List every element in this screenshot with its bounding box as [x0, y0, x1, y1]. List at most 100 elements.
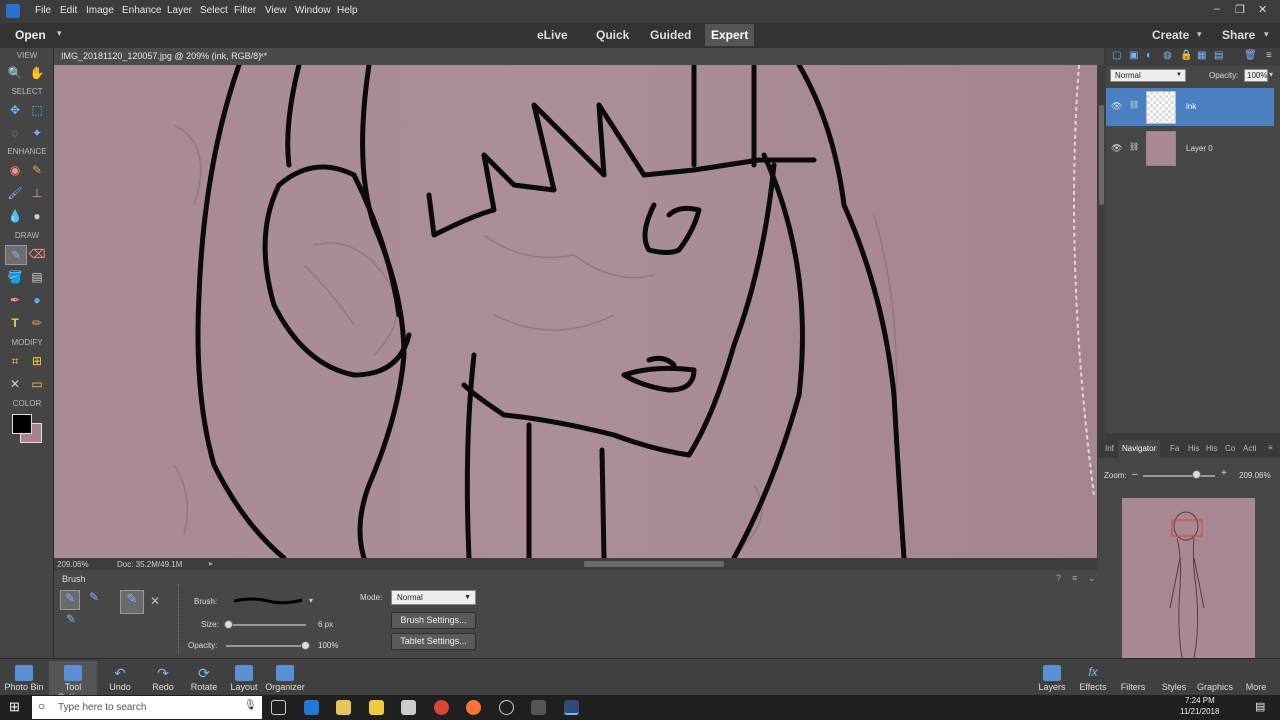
- tab-history[interactable]: His: [1206, 444, 1218, 453]
- paint-bucket-icon[interactable]: 🪣: [6, 268, 24, 286]
- app-icon[interactable]: [499, 700, 514, 715]
- minimize-icon[interactable]: –: [1214, 3, 1220, 15]
- brush-settings-button[interactable]: Brush Settings...: [391, 612, 476, 629]
- vertical-scroll-thumb[interactable]: [1099, 105, 1104, 205]
- redo-button[interactable]: ↷ Redo: [140, 661, 186, 695]
- chrome-icon[interactable]: [434, 700, 449, 715]
- blur-tool-icon[interactable]: 💧: [6, 207, 24, 225]
- adjustment-layer-icon[interactable]: ◐: [1146, 50, 1152, 61]
- menu-file[interactable]: File: [35, 5, 51, 16]
- edge-icon[interactable]: [304, 700, 319, 715]
- foreground-color-swatch[interactable]: [12, 414, 32, 434]
- new-group-icon[interactable]: ▣: [1129, 50, 1138, 61]
- menu-filter[interactable]: Filter: [234, 5, 256, 16]
- panel-menu-icon[interactable]: ≡: [1072, 573, 1077, 583]
- gradient-tool-icon[interactable]: ▤: [28, 268, 46, 286]
- brush-preset-icon[interactable]: ✎: [120, 590, 144, 614]
- panel-menu-icon[interactable]: ≡: [1268, 443, 1273, 452]
- airbrush-icon[interactable]: ✕: [150, 594, 160, 608]
- blend-mode-select[interactable]: Normal ▼: [1110, 69, 1186, 82]
- mask-icon[interactable]: ◍: [1163, 50, 1172, 61]
- menu-select[interactable]: Select: [200, 5, 228, 16]
- mode-elive[interactable]: eLive: [537, 28, 568, 42]
- menu-help[interactable]: Help: [337, 5, 358, 16]
- task-view-icon[interactable]: [271, 700, 286, 715]
- healing-brush-icon[interactable]: ✎: [28, 161, 46, 179]
- new-layer-icon[interactable]: ▢: [1112, 50, 1121, 61]
- photo-bin-button[interactable]: Photo Bin: [1, 661, 47, 695]
- layer-option-icon[interactable]: ▤: [1214, 50, 1223, 61]
- image-canvas[interactable]: [54, 65, 1097, 558]
- type-tool-icon[interactable]: T: [6, 314, 24, 332]
- size-slider-thumb[interactable]: [224, 620, 233, 629]
- lock-all-icon[interactable]: 🔒: [1180, 50, 1192, 61]
- sponge-tool-icon[interactable]: ●: [28, 207, 46, 225]
- menu-edit[interactable]: Edit: [60, 5, 77, 16]
- layers-button[interactable]: Layers: [1029, 661, 1075, 695]
- photoshop-elements-icon[interactable]: [564, 700, 579, 715]
- graphics-button[interactable]: Graphics: [1192, 661, 1238, 695]
- tab-navigator[interactable]: Navigator: [1118, 440, 1161, 458]
- navigator-thumbnail[interactable]: [1122, 498, 1255, 674]
- close-document-icon[interactable]: ×: [259, 50, 264, 60]
- opacity-slider-track[interactable]: [226, 645, 306, 647]
- notifications-icon[interactable]: ▤: [1255, 700, 1265, 713]
- content-aware-move-icon[interactable]: ✕: [6, 375, 24, 393]
- zoom-slider-track[interactable]: [1143, 475, 1215, 477]
- more-button[interactable]: More: [1233, 661, 1279, 695]
- collapse-panel-icon[interactable]: ⌄: [1088, 573, 1096, 584]
- tab-info[interactable]: Inf: [1105, 444, 1114, 453]
- lock-transparency-icon[interactable]: ▦: [1197, 50, 1206, 61]
- visibility-eye-icon[interactable]: 👁: [1111, 143, 1122, 154]
- undo-button[interactable]: ↶ Undo: [97, 661, 143, 695]
- share-dropdown-icon[interactable]: ▾: [1264, 29, 1269, 40]
- brush-variant-icon[interactable]: ✎: [60, 590, 80, 610]
- restore-icon[interactable]: ❐: [1235, 3, 1245, 16]
- eyedropper-icon[interactable]: ✒: [6, 291, 24, 309]
- straighten-tool-icon[interactable]: ▭: [28, 375, 46, 393]
- crop-tool-icon[interactable]: ⌗: [6, 352, 24, 370]
- status-arrow-icon[interactable]: ▸: [209, 559, 219, 569]
- zoom-out-icon[interactable]: –: [1132, 469, 1138, 480]
- smart-brush-icon[interactable]: 🖌: [6, 184, 24, 202]
- shape-tool-icon[interactable]: ●: [28, 291, 46, 309]
- clock-date[interactable]: 11/21/2018: [1180, 707, 1219, 716]
- firefox-icon[interactable]: [466, 700, 481, 715]
- share-button[interactable]: Share: [1222, 28, 1255, 42]
- visibility-eye-icon[interactable]: 👁: [1111, 101, 1122, 112]
- layers-menu-icon[interactable]: ≡: [1266, 50, 1272, 61]
- delete-layer-icon[interactable]: 🗑: [1244, 50, 1257, 61]
- app-icon[interactable]: [401, 700, 416, 715]
- tab-actions[interactable]: Acti: [1243, 444, 1256, 453]
- zoom-in-icon[interactable]: +: [1221, 468, 1227, 479]
- horizontal-scroll-thumb[interactable]: [584, 561, 724, 567]
- brush-tool-icon[interactable]: ✎: [5, 245, 27, 265]
- mode-expert[interactable]: Expert: [705, 24, 755, 46]
- zoom-tool-icon[interactable]: 🔍: [6, 64, 24, 82]
- link-icon[interactable]: ⛓: [1129, 142, 1139, 151]
- menu-layer[interactable]: Layer: [167, 5, 192, 16]
- tab-histogram[interactable]: His: [1188, 444, 1200, 453]
- tool-options-button[interactable]: Tool Options: [49, 661, 97, 702]
- layer-opacity-field[interactable]: 100%: [1244, 69, 1268, 82]
- color-replacement-icon[interactable]: ✎: [62, 612, 80, 630]
- hand-tool-icon[interactable]: ✋: [28, 64, 46, 82]
- create-dropdown-icon[interactable]: ▾: [1197, 29, 1202, 40]
- store-icon[interactable]: [369, 700, 384, 715]
- layer-opacity-dropdown-icon[interactable]: ▾: [1269, 70, 1273, 79]
- marquee-tool-icon[interactable]: ⬚: [28, 101, 46, 119]
- pencil-tool-icon[interactable]: ✏: [28, 314, 46, 332]
- magic-wand-icon[interactable]: ✦: [28, 124, 46, 142]
- app-icon[interactable]: [531, 700, 546, 715]
- create-button[interactable]: Create: [1152, 28, 1189, 42]
- menu-view[interactable]: View: [265, 5, 287, 16]
- recompose-tool-icon[interactable]: ⊞: [28, 352, 46, 370]
- opacity-slider-thumb[interactable]: [301, 641, 310, 650]
- impressionist-brush-icon[interactable]: ✎: [84, 590, 104, 610]
- layer-row-ink[interactable]: 👁 ⛓ ink: [1106, 88, 1274, 126]
- clone-stamp-icon[interactable]: ⊥: [28, 184, 46, 202]
- styles-button[interactable]: Styles: [1151, 661, 1197, 695]
- layer-row-layer0[interactable]: 👁 ⛓ Layer 0: [1106, 128, 1274, 168]
- open-dropdown-icon[interactable]: ▾: [57, 28, 62, 39]
- menu-enhance[interactable]: Enhance: [122, 5, 161, 16]
